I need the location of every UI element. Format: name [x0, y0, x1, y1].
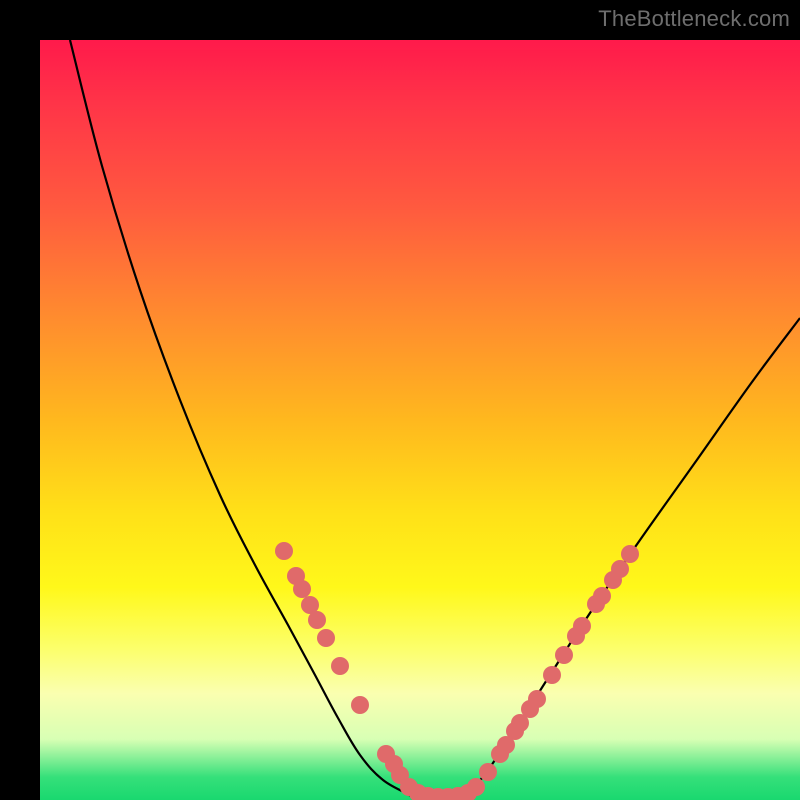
data-point [275, 542, 293, 560]
chart-container: TheBottleneck.com [0, 0, 800, 800]
data-point [293, 580, 311, 598]
data-point [593, 587, 611, 605]
data-point [479, 763, 497, 781]
data-point [621, 545, 639, 563]
data-point [528, 690, 546, 708]
data-point [555, 646, 573, 664]
data-point [308, 611, 326, 629]
curve-group [70, 40, 800, 797]
data-point [611, 560, 629, 578]
chart-svg [40, 40, 800, 800]
data-point [543, 666, 561, 684]
data-point [317, 629, 335, 647]
data-point [351, 696, 369, 714]
data-point [331, 657, 349, 675]
data-point [573, 617, 591, 635]
watermark-label: TheBottleneck.com [598, 6, 790, 32]
bottleneck-curve [70, 40, 800, 797]
data-points-group [275, 542, 639, 800]
data-point [467, 778, 485, 796]
